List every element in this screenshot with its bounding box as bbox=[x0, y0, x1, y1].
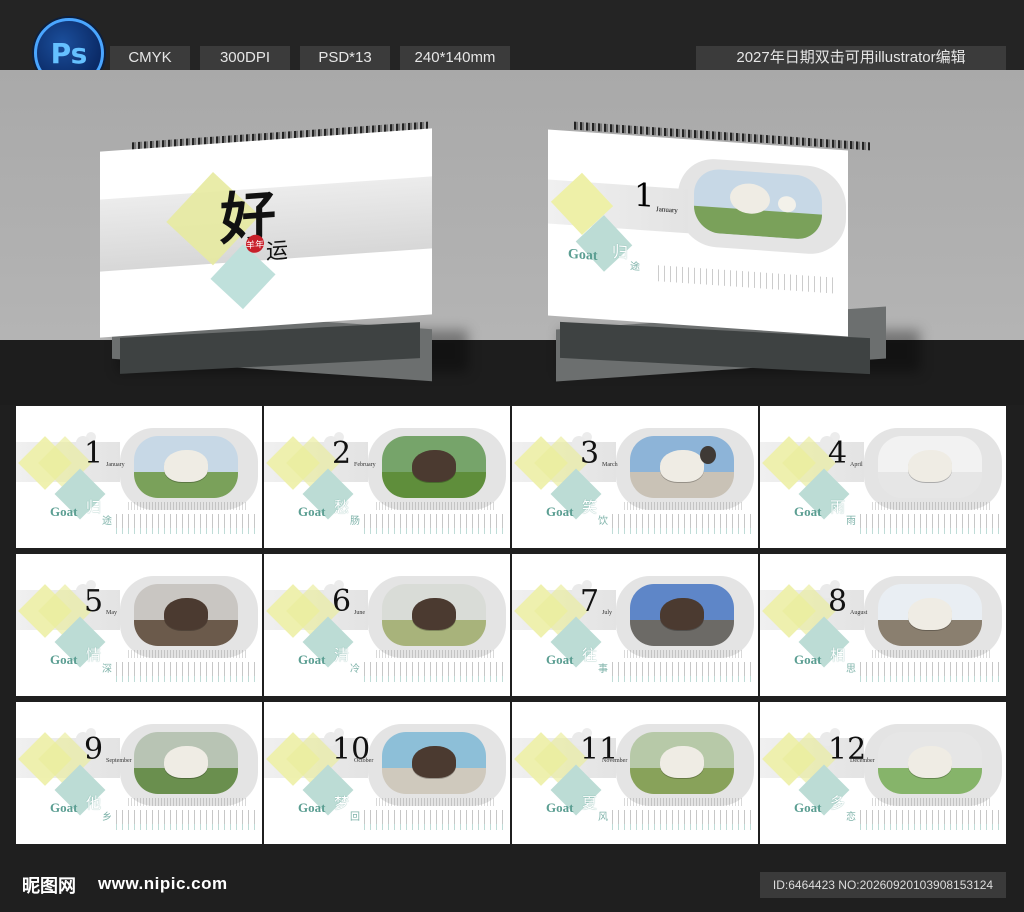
month-label: September bbox=[106, 758, 132, 764]
january-label: January bbox=[656, 205, 678, 215]
goat-word: Goat bbox=[568, 246, 598, 264]
month-cn-2: 饮 bbox=[598, 516, 608, 527]
january-face: 1 January Goat 归 途 bbox=[548, 129, 848, 337]
goat-word: Goat bbox=[298, 504, 326, 519]
month-label: April bbox=[850, 462, 863, 468]
month-card: 1 January Goat 归 途 bbox=[16, 406, 262, 548]
january-cn-1: 归 bbox=[612, 241, 629, 263]
month-label: January bbox=[106, 462, 125, 468]
goat-word: Goat bbox=[794, 504, 822, 519]
month-number: 7 bbox=[580, 584, 600, 619]
month-cn-2: 冷 bbox=[350, 664, 360, 675]
tag-size: 240*140mm bbox=[400, 46, 510, 70]
cover-face: 好 羊年 运 bbox=[100, 128, 432, 338]
month-card: 5 May Goat 情 深 bbox=[16, 554, 262, 696]
month-card: 7 July Goat 往 事 bbox=[512, 554, 758, 696]
month-number: 4 bbox=[828, 436, 848, 471]
month-label: March bbox=[602, 462, 618, 468]
month-label: November bbox=[602, 758, 628, 764]
month-label: July bbox=[602, 610, 613, 616]
month-number: 2 bbox=[332, 436, 352, 471]
month-label: June bbox=[354, 610, 365, 616]
tag-dpi: 300DPI bbox=[200, 46, 290, 70]
month-card: 3 March Goat 笑 饮 bbox=[512, 406, 758, 548]
goat-word: Goat bbox=[50, 504, 78, 519]
month-cn-2: 风 bbox=[598, 812, 608, 823]
month-cn-1: 笑 bbox=[582, 498, 598, 516]
month-number: 5 bbox=[84, 584, 104, 619]
month-cn-1: 归 bbox=[86, 498, 102, 516]
month-cn-1: 情 bbox=[86, 646, 102, 664]
goat-word: Goat bbox=[794, 800, 822, 815]
month-label: February bbox=[354, 462, 376, 468]
month-number: 3 bbox=[580, 436, 600, 471]
month-label: August bbox=[850, 610, 868, 616]
month-card: 9 September Goat 他 乡 bbox=[16, 702, 262, 844]
month-cn-1: 多 bbox=[830, 794, 846, 812]
goat-word: Goat bbox=[50, 800, 78, 815]
month-number: 1 bbox=[84, 436, 104, 471]
goat-word: Goat bbox=[794, 652, 822, 667]
goat-word: Goat bbox=[546, 504, 574, 519]
footer-site-link[interactable]: www.nipic.com bbox=[98, 874, 228, 894]
month-card: 6 June Goat 清 冷 bbox=[264, 554, 510, 696]
month-cn-1: 愁 bbox=[334, 498, 350, 516]
month-number: 8 bbox=[828, 584, 848, 619]
month-number: 6 bbox=[332, 584, 352, 619]
month-number: 9 bbox=[84, 732, 104, 767]
month-cn-2: 雨 bbox=[846, 516, 856, 527]
footer-id: ID:6464423 NO:20260920103908153124 bbox=[760, 872, 1006, 898]
month-card: 12 December Goat 多 恋 bbox=[760, 702, 1006, 844]
month-cn-2: 回 bbox=[350, 812, 360, 823]
cover-title-yun: 运 bbox=[266, 238, 289, 265]
month-cn-1: 夏 bbox=[582, 794, 598, 812]
month-card: 4 April Goat 雨 雨 bbox=[760, 406, 1006, 548]
month-cn-1: 清 bbox=[334, 646, 350, 664]
month-cn-2: 深 bbox=[102, 664, 112, 675]
month-card: 10 October Goat 梦 回 bbox=[264, 702, 510, 844]
goat-word: Goat bbox=[298, 652, 326, 667]
month-cn-1: 往 bbox=[582, 646, 598, 664]
month-cn-2: 恋 bbox=[846, 812, 856, 823]
tag-psd: PSD*13 bbox=[300, 46, 390, 70]
month-card: 2 February Goat 愁 肠 bbox=[264, 406, 510, 548]
month-cn-2: 思 bbox=[846, 664, 856, 675]
tag-cmyk: CMYK bbox=[110, 46, 190, 70]
month-cn-1: 他 bbox=[86, 794, 102, 812]
month-cn-1: 相 bbox=[830, 646, 846, 664]
goat-word: Goat bbox=[50, 652, 78, 667]
month-cn-2: 肠 bbox=[350, 516, 360, 527]
goat-word: Goat bbox=[298, 800, 326, 815]
month-label: May bbox=[106, 610, 117, 616]
month-cn-2: 事 bbox=[598, 664, 608, 675]
month-cn-1: 梦 bbox=[334, 794, 350, 812]
month-label: October bbox=[354, 758, 374, 764]
month-label: December bbox=[850, 758, 875, 764]
january-cn-2: 途 bbox=[630, 261, 640, 273]
month-card: 8 August Goat 相 思 bbox=[760, 554, 1006, 696]
goat-word: Goat bbox=[546, 800, 574, 815]
header-note: 2027年日期双击可用illustrator编辑 bbox=[696, 46, 1006, 70]
footer-brand: 昵图网 bbox=[22, 876, 76, 897]
month-card: 11 November Goat 夏 风 bbox=[512, 702, 758, 844]
month-cn-1: 雨 bbox=[830, 498, 846, 516]
goat-word: Goat bbox=[546, 652, 574, 667]
month-cn-2: 途 bbox=[102, 516, 112, 527]
january-number: 1 bbox=[634, 175, 655, 215]
month-cn-2: 乡 bbox=[102, 812, 112, 823]
